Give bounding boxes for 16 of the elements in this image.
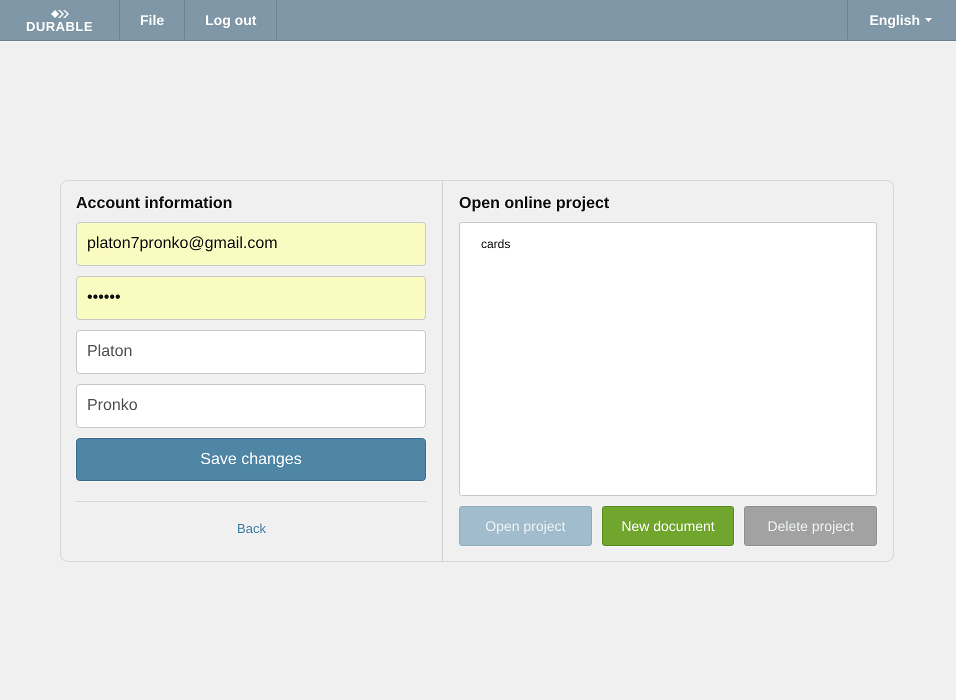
project-item[interactable]: cards <box>460 235 876 253</box>
logo-text: DURABLE <box>26 20 94 32</box>
menu-item[interactable]: Log out <box>185 0 278 40</box>
input-field[interactable]: Pronko <box>76 384 426 428</box>
logo-icon <box>48 8 70 20</box>
caret-icon <box>925 18 932 22</box>
input-field[interactable]: •••••• <box>76 276 426 320</box>
save-button[interactable]: Save changes <box>76 438 426 481</box>
back-link[interactable]: Back <box>237 521 266 536</box>
input-field[interactable]: Platon <box>76 330 426 374</box>
action-button[interactable]: New document <box>602 506 734 546</box>
menu-item[interactable]: File <box>120 0 186 40</box>
input-field[interactable]: platon7pronko@gmail.com <box>76 222 426 266</box>
section-title: Open online project <box>459 195 610 213</box>
language-dropdown[interactable]: English <box>847 0 956 40</box>
section-title: Account information <box>76 195 234 213</box>
